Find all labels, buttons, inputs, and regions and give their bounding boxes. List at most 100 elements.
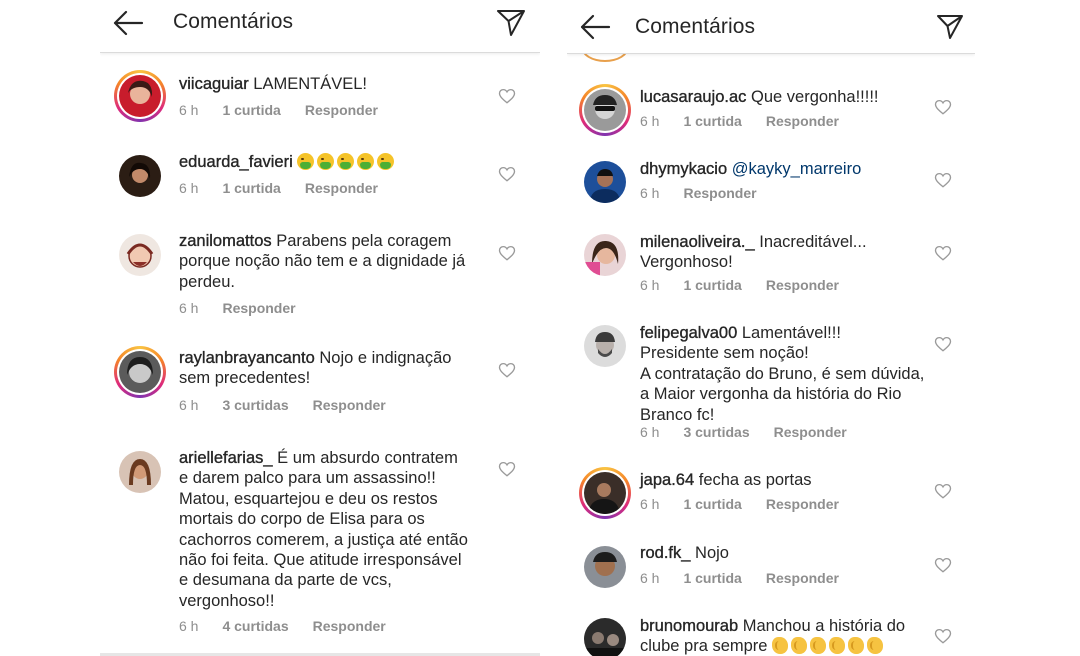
profile-photo [119,75,161,117]
comment-time: 6 h [640,113,660,129]
comment-username[interactable]: dhymykacio [640,160,727,178]
comment-username[interactable]: ariellefarias_ [179,449,273,467]
avatar[interactable] [579,156,631,208]
reply-button[interactable]: Responder [222,300,295,316]
comment-time: 6 h [640,424,660,440]
comment-username[interactable]: felipegalva00 [640,324,738,342]
top-bar: Comentários [567,0,975,54]
reply-button[interactable]: Responder [766,113,839,129]
comment-username[interactable]: raylanbrayancanto [179,349,315,367]
comment-item: brunomourab Manchou a história do clube … [567,613,975,656]
heart-outline-icon[interactable] [934,627,952,645]
reply-button[interactable]: Responder [313,618,386,634]
avatar[interactable] [114,346,166,398]
comment-text: LAMENTÁVEL! [253,75,368,93]
reply-button[interactable]: Responder [683,185,756,201]
avatar[interactable] [579,84,631,136]
mention-link[interactable]: @kayky_marreiro [732,160,862,178]
heart-outline-icon[interactable] [934,171,952,189]
avatar[interactable] [579,229,631,281]
profile-photo [584,472,626,514]
comment-meta: 6 h 1 curtida Responder [640,113,863,129]
clapping-hands-icon [867,637,884,655]
comment-username[interactable]: milenaoliveira._ [640,233,755,251]
face-vomiting-icon [317,153,335,170]
comment-item: raylanbrayancanto Nojo e indignação sem … [100,346,540,426]
comment-username[interactable]: rod.fk_ [640,544,691,562]
paper-plane-icon[interactable] [496,8,526,38]
clapping-hands-icon [848,637,865,655]
profile-photo [584,161,626,203]
heart-outline-icon[interactable] [498,165,516,183]
comment-time: 6 h [179,300,199,316]
likes-count[interactable]: 4 curtidas [222,618,288,634]
reply-button[interactable]: Responder [305,102,378,118]
reply-button[interactable]: Responder [766,570,839,586]
comment-username[interactable]: lucasaraujo.ac [640,88,747,106]
reply-button[interactable]: Responder [774,424,847,440]
heart-outline-icon[interactable] [934,556,952,574]
heart-outline-icon[interactable] [934,98,952,116]
reply-button[interactable]: Responder [766,277,839,293]
reply-button[interactable]: Responder [313,397,386,413]
comment-item: zanilomattos Parabens pela coragem porqu… [100,229,540,329]
comment-time: 6 h [179,397,199,413]
comment-meta: 6 h 1 curtida Responder [640,496,863,512]
comment-item: dhymykacio @kayky_marreiro 6 h Responder [567,156,975,216]
arrow-left-icon[interactable] [579,13,611,41]
arrow-left-icon[interactable] [112,9,144,37]
clapping-hands-icon [829,637,846,655]
avatar[interactable] [114,70,166,122]
profile-photo [584,546,626,588]
likes-count[interactable]: 3 curtidas [683,424,749,440]
comment-time: 6 h [640,570,660,586]
profile-photo [584,89,626,131]
comment-time: 6 h [179,180,199,196]
reply-button[interactable]: Responder [766,496,839,512]
likes-count[interactable]: 3 curtidas [222,397,288,413]
comment-item: eduarda_favieri 6 h 1 curtida Responder [100,150,540,210]
top-bar: Comentários [100,0,540,53]
profile-photo [584,234,626,276]
comment-meta: 6 h 3 curtidas Responder [640,424,871,440]
heart-outline-icon[interactable] [934,482,952,500]
heart-outline-icon[interactable] [498,244,516,262]
likes-count[interactable]: 1 curtida [683,496,741,512]
heart-outline-icon[interactable] [934,244,952,262]
comment-username[interactable]: viicaguiar [179,75,249,93]
comment-text: fecha as portas [698,471,812,489]
avatar[interactable] [114,229,166,281]
comment-username[interactable]: eduarda_favieri [179,153,293,171]
avatar[interactable] [579,541,631,593]
comment-username[interactable]: japa.64 [640,471,694,489]
likes-count[interactable]: 1 curtida [683,570,741,586]
heart-outline-icon[interactable] [934,335,952,353]
profile-photo [119,351,161,393]
reply-button[interactable]: Responder [305,180,378,196]
comment-username[interactable]: brunomourab [640,617,739,635]
comment-text: Que vergonha!!!!! [751,88,879,106]
comment-item: lucasaraujo.ac Que vergonha!!!!! 6 h 1 c… [567,83,975,143]
comment-text: Nojo [695,544,729,562]
comment-username[interactable]: zanilomattos [179,232,272,250]
heart-outline-icon[interactable] [498,87,516,105]
comment-meta: 6 h Responder [179,300,320,316]
heart-outline-icon[interactable] [498,361,516,379]
paper-plane-icon[interactable] [935,12,965,42]
avatar[interactable] [114,150,166,202]
comment-time: 6 h [179,102,199,118]
avatar[interactable] [579,467,631,519]
comment-item: rod.fk_ Nojo 6 h 1 curtida Responder [567,541,975,601]
likes-count[interactable]: 1 curtida [683,277,741,293]
avatar[interactable] [579,613,631,656]
comment-time: 6 h [179,618,199,634]
heart-outline-icon[interactable] [498,460,516,478]
profile-photo [584,618,626,656]
profile-photo [584,325,626,367]
likes-count[interactable]: 1 curtida [222,180,280,196]
avatar[interactable] [579,320,631,372]
avatar[interactable] [114,446,166,498]
likes-count[interactable]: 1 curtida [683,113,741,129]
comment-item: felipegalva00 Lamentável!!! Presidente s… [567,320,975,450]
likes-count[interactable]: 1 curtida [222,102,280,118]
